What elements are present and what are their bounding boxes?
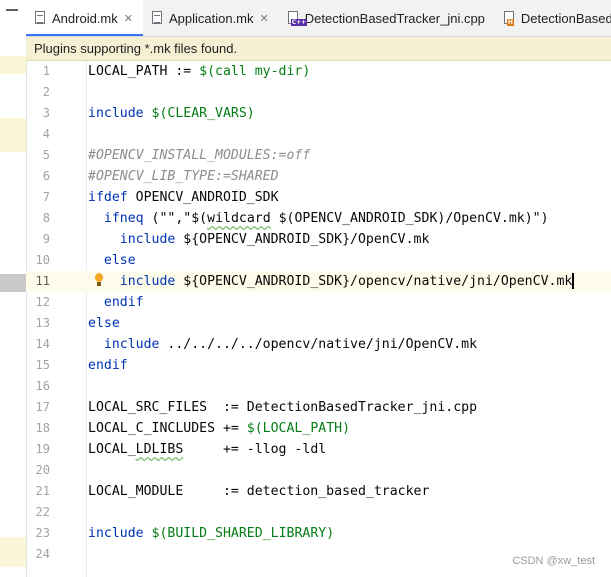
text-caret	[572, 273, 574, 289]
line-number: 8	[42, 211, 50, 225]
code-text: LOCAL_LDLIBS += -llog -ldl	[88, 442, 327, 457]
code-line[interactable]: 11 include ${OPENCV_ANDROID_SDK}/opencv/…	[26, 271, 611, 292]
code-line[interactable]: 3 include $(CLEAR_VARS)	[26, 103, 611, 124]
code-line[interactable]: 6 #OPENCV_LIB_TYPE:=SHARED	[26, 166, 611, 187]
code-text: include ${OPENCV_ANDROID_SDK}/OpenCV.mk	[119, 232, 430, 247]
code-text: include ${OPENCV_ANDROID_SDK}/opencv/nat…	[119, 273, 574, 289]
code-text: #OPENCV_INSTALL_MODULES:=off	[88, 148, 311, 163]
gutter-change-marker	[0, 56, 26, 74]
code-line[interactable]: 15 endif	[26, 355, 611, 376]
tab-android-mk[interactable]: Android.mk ✕	[26, 0, 143, 36]
line-number: 1	[42, 64, 50, 78]
code-text: endif	[103, 295, 144, 310]
line-number: 21	[35, 484, 50, 498]
line-number: 17	[35, 400, 50, 414]
line-number: 22	[35, 505, 50, 519]
code-text: include $(CLEAR_VARS)	[88, 106, 255, 121]
line-number: 20	[35, 463, 50, 477]
code-text: else	[88, 316, 120, 331]
code-text: #OPENCV_LIB_TYPE:=SHARED	[88, 169, 279, 184]
code-line[interactable]: 4	[26, 124, 611, 145]
tab-application-mk[interactable]: Application.mk ✕	[143, 0, 279, 36]
code-line[interactable]: 8 ifneq ("","$(wildcard $(OPENCV_ANDROID…	[26, 208, 611, 229]
line-number: 9	[42, 232, 50, 246]
code-line[interactable]: 23 include $(BUILD_SHARED_LIBRARY)	[26, 523, 611, 544]
code-text: LOCAL_PATH := $(call my-dir)	[88, 64, 311, 79]
code-text: LOCAL_MODULE := detection_based_tracker	[88, 484, 430, 499]
plugin-notification-banner: Plugins supporting *.mk files found.	[26, 37, 611, 61]
line-number: 15	[35, 358, 50, 372]
line-number: 23	[35, 526, 50, 540]
code-line[interactable]: 13 else	[26, 313, 611, 334]
line-number: 24	[35, 547, 50, 561]
gutter-change-marker	[0, 537, 26, 567]
tab-label: Application.mk	[168, 10, 254, 26]
line-number: 13	[35, 316, 50, 330]
code-line[interactable]: 17 LOCAL_SRC_FILES := DetectionBasedTrack…	[26, 397, 611, 418]
code-editor[interactable]: 1 LOCAL_PATH := $(call my-dir) 2 3 include $…	[26, 61, 611, 577]
code-line[interactable]: 22	[26, 502, 611, 523]
code-text: LOCAL_SRC_FILES := DetectionBasedTracker…	[88, 400, 478, 415]
code-line[interactable]: 7 ifdef OPENCV_ANDROID_SDK	[26, 187, 611, 208]
code-line[interactable]: 19 LOCAL_LDLIBS += -llog -ldl	[26, 439, 611, 460]
code-text: include $(BUILD_SHARED_LIBRARY)	[88, 526, 335, 541]
code-line[interactable]: 2	[26, 82, 611, 103]
code-text: endif	[88, 358, 128, 373]
watermark: CSDN @xw_test	[512, 555, 595, 567]
code-line[interactable]: 21 LOCAL_MODULE := detection_based_tracke…	[26, 481, 611, 502]
code-text: else	[103, 253, 136, 268]
line-number: 3	[42, 106, 50, 120]
code-text: LOCAL_C_INCLUDES += $(LOCAL_PATH)	[88, 421, 351, 436]
line-number: 4	[42, 127, 50, 141]
gutter-current-line-marker	[0, 274, 26, 292]
code-line[interactable]: 14 include ../../../../opencv/native/jni…	[26, 334, 611, 355]
line-number: 5	[42, 148, 50, 162]
line-number: 18	[35, 421, 50, 435]
code-line[interactable]: 10 else	[26, 250, 611, 271]
tab-detectionbasedtracker-header[interactable]: H DetectionBasedTra	[495, 0, 611, 36]
code-line[interactable]: 18 LOCAL_C_INCLUDES += $(LOCAL_PATH)	[26, 418, 611, 439]
code-line[interactable]: 1 LOCAL_PATH := $(call my-dir)	[26, 61, 611, 82]
line-number: 10	[35, 253, 50, 267]
code-line[interactable]: 5 #OPENCV_INSTALL_MODULES:=off	[26, 145, 611, 166]
line-number: 16	[35, 379, 50, 393]
gutter-change-marker	[0, 118, 26, 152]
header-file-icon: H	[503, 11, 515, 26]
tab-detectionbasedtracker-jni-cpp[interactable]: C++ DetectionBasedTracker_jni.cpp	[279, 0, 495, 36]
line-number: 6	[42, 169, 50, 183]
line-number: 19	[35, 442, 50, 456]
line-number: 14	[35, 337, 50, 351]
makefile-icon	[151, 11, 163, 25]
collapse-icon[interactable]	[6, 9, 18, 11]
close-icon[interactable]: ✕	[124, 12, 133, 25]
close-icon[interactable]: ✕	[260, 12, 269, 25]
line-number: 7	[42, 190, 50, 204]
code-text: ifneq ("","$(wildcard $(OPENCV_ANDROID_S…	[103, 211, 549, 226]
tab-label: DetectionBasedTracker_jni.cpp	[304, 10, 485, 26]
line-number: 2	[42, 85, 50, 99]
tab-label: Android.mk	[52, 10, 118, 26]
code-line[interactable]: 12 endif	[26, 292, 611, 313]
code-text: include ../../../../opencv/native/jni/Op…	[103, 337, 478, 352]
cpp-file-icon: C++	[287, 11, 308, 26]
makefile-icon	[34, 11, 46, 25]
code-text: ifdef OPENCV_ANDROID_SDK	[88, 190, 279, 205]
tab-label: DetectionBasedTra	[520, 10, 611, 26]
code-line[interactable]: 16	[26, 376, 611, 397]
left-gutter	[0, 0, 27, 577]
line-number: 12	[35, 295, 50, 309]
code-line[interactable]: 20	[26, 460, 611, 481]
code-line[interactable]: 9 include ${OPENCV_ANDROID_SDK}/OpenCV.m…	[26, 229, 611, 250]
editor-tab-bar: Android.mk ✕ Application.mk ✕ C++ Detect…	[26, 0, 611, 37]
line-number: 11	[35, 274, 50, 288]
notification-text: Plugins supporting *.mk files found.	[34, 41, 238, 56]
